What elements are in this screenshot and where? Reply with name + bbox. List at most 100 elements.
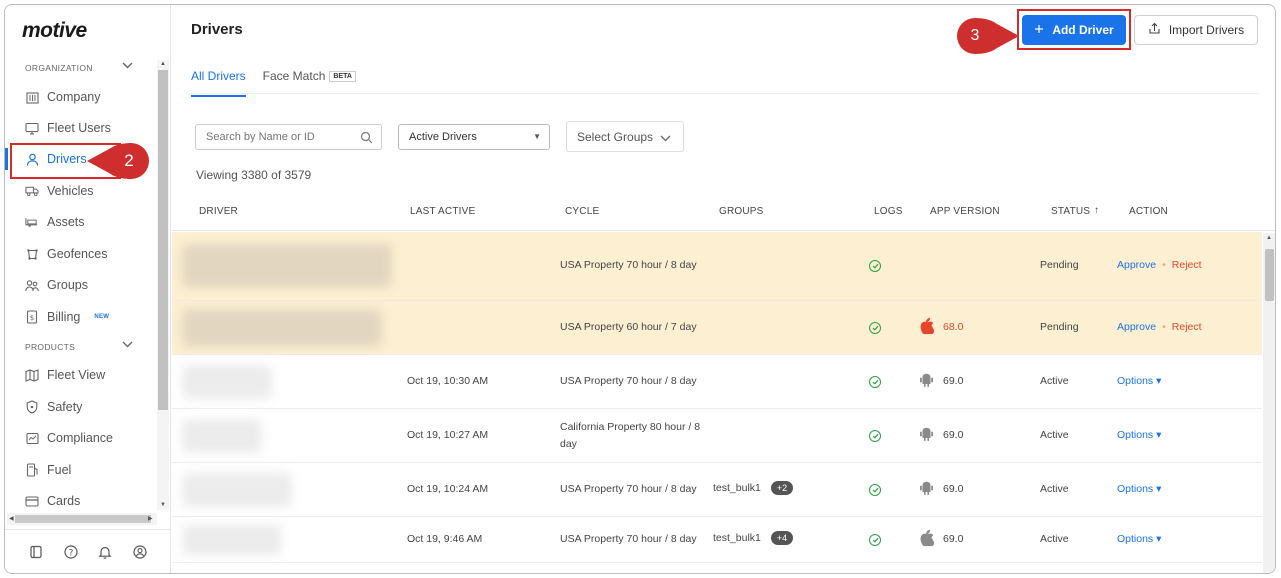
sort-ascending-icon[interactable]: ↑ — [1094, 205, 1099, 216]
import-drivers-label: Import Drivers — [1168, 23, 1245, 37]
sidebar-item-label: Vehicles — [47, 184, 94, 198]
options-dropdown[interactable]: Options ▾ — [1117, 429, 1161, 441]
bell-icon[interactable] — [97, 544, 113, 560]
logs-ok-icon — [869, 260, 881, 272]
sidebar-item-billing[interactable]: $ Billing NEW — [11, 304, 157, 330]
last-active-cell: Oct 19, 10:27 AM — [407, 429, 489, 441]
separator-dot: • — [1162, 259, 1166, 271]
beta-badge: BETA — [329, 71, 356, 83]
driver-name-redacted — [182, 525, 282, 555]
options-dropdown[interactable]: Options ▾ — [1117, 375, 1161, 387]
page-title: Drivers — [191, 21, 243, 38]
trailer-icon — [25, 215, 39, 229]
sidebar-item-groups[interactable]: Groups — [11, 272, 157, 298]
scroll-left-arrow-icon[interactable]: ◀ — [9, 515, 14, 522]
sidebar-scrollbar-thumb[interactable] — [158, 70, 168, 410]
sidebar-horizontal-scrollbar-thumb[interactable] — [15, 515, 151, 523]
sidebar-item-label: Billing — [47, 310, 81, 324]
driver-name-redacted — [182, 244, 392, 288]
column-header-driver[interactable]: DRIVER — [199, 206, 238, 217]
svg-text:$: $ — [30, 314, 34, 322]
apple-icon — [919, 529, 934, 546]
table-scrollbar-thumb[interactable] — [1265, 249, 1274, 301]
sidebar-item-label: Assets — [47, 215, 85, 229]
account-icon[interactable] — [132, 544, 148, 560]
organization-section-label: ORGANIZATION — [25, 63, 93, 73]
column-header-cycle[interactable]: CYCLE — [565, 206, 599, 217]
options-dropdown[interactable]: Options ▾ — [1117, 483, 1161, 495]
more-groups-chip[interactable]: +2 — [770, 481, 794, 495]
motive-logo[interactable]: motive — [22, 19, 87, 43]
column-header-app-version[interactable]: APP VERSION — [930, 206, 1000, 217]
group-name: test_bulk1 — [713, 482, 761, 494]
main-content: Drivers 3 Add Driver Import Drivers All … — [172, 5, 1275, 573]
step-3-number: 3 — [970, 27, 980, 44]
sidebar-item-fleet-users[interactable]: Fleet Users — [11, 115, 157, 141]
reject-link[interactable]: Reject — [1172, 321, 1202, 333]
column-header-status[interactable]: STATUS — [1051, 206, 1090, 217]
search-icon[interactable] — [360, 131, 373, 147]
table-scroll-up-arrow-icon[interactable]: ▲ — [1266, 235, 1272, 241]
scroll-right-arrow-icon[interactable]: ▶ — [148, 515, 153, 522]
app-version-cell: 69.0 — [943, 483, 964, 495]
tab-label: All Drivers — [191, 69, 246, 83]
group-name: test_bulk1 — [713, 532, 761, 544]
table-row[interactable]: Oct 19, 10:24 AM USA Property 70 hour / … — [172, 463, 1262, 517]
last-active-cell: Oct 19, 10:24 AM — [407, 483, 489, 495]
sidebar-item-fuel[interactable]: Fuel — [11, 457, 157, 483]
tabs-divider — [191, 93, 1259, 94]
logs-ok-icon — [869, 322, 881, 334]
products-collapse-chevron-icon[interactable] — [122, 340, 133, 351]
step-2-number: 2 — [124, 151, 134, 170]
table-row[interactable]: USA Property 70 hour / 8 day Pending App… — [172, 232, 1262, 301]
card-icon — [25, 494, 39, 508]
help-icon[interactable]: ? — [63, 544, 79, 560]
groups-select[interactable]: Select Groups — [566, 121, 684, 152]
column-header-last-active[interactable]: LAST ACTIVE — [410, 206, 475, 217]
geofence-icon — [25, 247, 39, 261]
add-driver-label: Add Driver — [1052, 23, 1114, 37]
column-header-groups[interactable]: GROUPS — [719, 206, 764, 217]
column-header-logs[interactable]: LOGS — [874, 206, 903, 217]
table-row[interactable]: USA Property 60 hour / 7 day 68.0 Pendin… — [172, 301, 1262, 355]
sidebar-item-vehicles[interactable]: Vehicles — [11, 178, 157, 204]
sidebar-item-label: Groups — [47, 278, 88, 292]
sidebar-item-fleet-view[interactable]: Fleet View — [11, 362, 157, 388]
table-row[interactable]: Oct 19, 9:46 AM USA Property 70 hour / 8… — [172, 517, 1262, 563]
sidebar-item-assets[interactable]: Assets — [11, 209, 157, 235]
search-input[interactable] — [206, 131, 356, 143]
sidebar-item-compliance[interactable]: Compliance — [11, 425, 157, 451]
search-field[interactable] — [195, 124, 382, 150]
shield-icon — [25, 400, 39, 414]
sidebar-item-cards[interactable]: Cards — [11, 488, 157, 514]
sidebar-item-safety[interactable]: Safety — [11, 394, 157, 420]
driver-status-select[interactable]: Active Drivers ▼ — [398, 124, 550, 150]
resources-icon[interactable] — [28, 544, 44, 560]
monitor-icon — [25, 121, 39, 135]
status-cell: Active — [1040, 375, 1069, 387]
table-row[interactable]: Oct 19, 10:27 AM California Property 80 … — [172, 409, 1262, 463]
scroll-down-arrow-icon[interactable]: ▼ — [160, 502, 166, 508]
add-driver-button[interactable]: Add Driver — [1022, 15, 1126, 45]
tab-label: Face Match — [262, 69, 326, 83]
cycle-cell: USA Property 70 hour / 8 day — [560, 483, 697, 495]
caret-down-icon: ▼ — [533, 132, 541, 141]
sidebar-item-label: Cards — [47, 494, 81, 508]
approve-link[interactable]: Approve — [1117, 259, 1156, 271]
organization-collapse-chevron-icon[interactable] — [122, 61, 133, 72]
sidebar-item-company[interactable]: Company — [11, 84, 157, 110]
sidebar-item-label: Company — [47, 90, 101, 104]
sidebar-footer: ? — [5, 529, 171, 573]
import-drivers-button[interactable]: Import Drivers — [1134, 15, 1258, 45]
compliance-icon — [25, 431, 39, 445]
approve-link[interactable]: Approve — [1117, 321, 1156, 333]
reject-link[interactable]: Reject — [1172, 259, 1202, 271]
options-dropdown[interactable]: Options ▾ — [1117, 533, 1161, 545]
scroll-up-arrow-icon[interactable]: ▲ — [160, 61, 166, 67]
last-active-cell: Oct 19, 10:30 AM — [407, 375, 489, 387]
more-groups-chip[interactable]: +4 — [770, 531, 794, 545]
sidebar-item-geofences[interactable]: Geofences — [11, 241, 157, 267]
table-row[interactable]: Oct 19, 10:30 AM USA Property 70 hour / … — [172, 355, 1262, 409]
logs-ok-icon — [869, 484, 881, 496]
column-header-action[interactable]: ACTION — [1129, 206, 1168, 217]
